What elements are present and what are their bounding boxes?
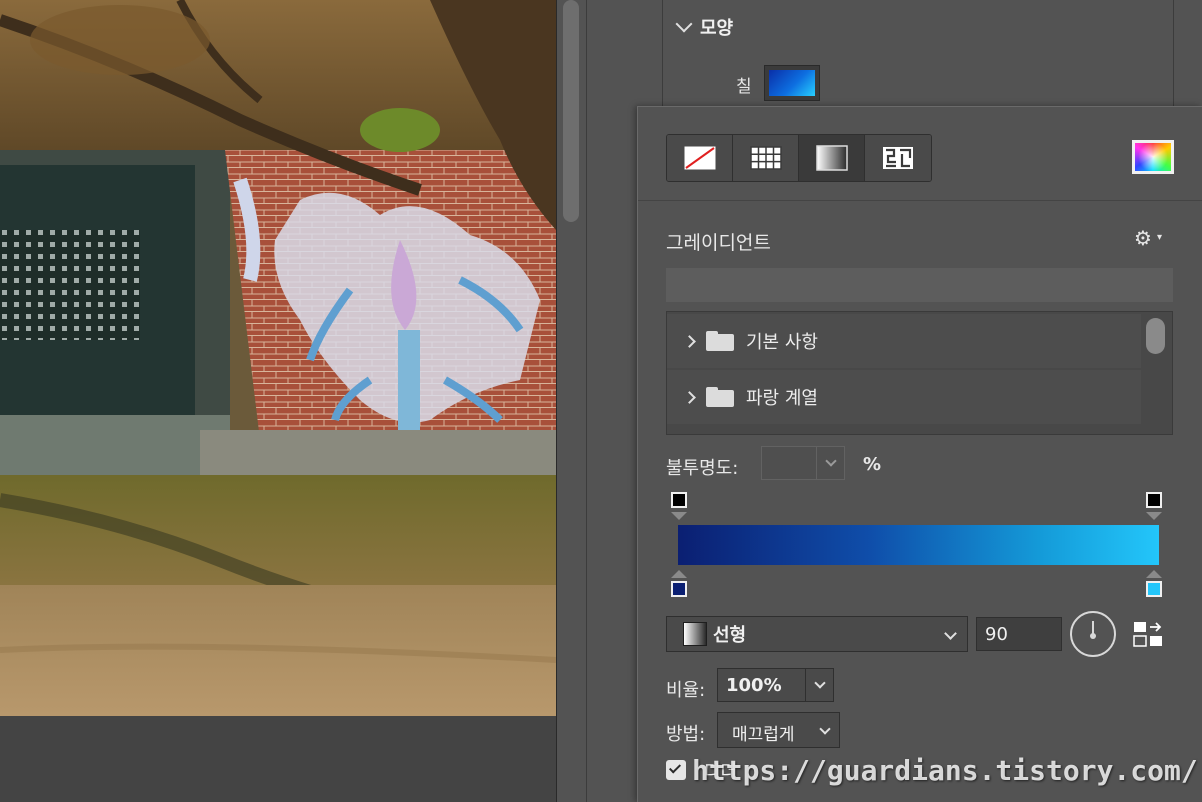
color-stop-right-pointer xyxy=(1146,570,1162,578)
document-image xyxy=(0,0,556,716)
color-stop-right[interactable] xyxy=(1146,581,1162,597)
caret-down-icon: ▾ xyxy=(1157,232,1163,243)
preset-folder-label: 파랑 계열 xyxy=(746,388,818,409)
opacity-label: 불투명도: xyxy=(666,458,739,479)
chevron-down-icon xyxy=(819,723,831,735)
gradient-icon xyxy=(815,145,848,171)
chevron-down-icon xyxy=(944,627,957,640)
gear-icon[interactable]: ⚙ xyxy=(1134,226,1152,250)
preset-folder-blues[interactable]: 파랑 계열 xyxy=(667,370,1141,424)
angle-center-dot xyxy=(1090,633,1096,639)
opacity-stop-left[interactable] xyxy=(671,492,687,508)
gradient-preset-list: 기본 사항 파랑 계열 xyxy=(666,311,1173,435)
canvas-area[interactable] xyxy=(0,0,556,802)
opacity-field[interactable] xyxy=(761,446,845,480)
gradient-style-select[interactable]: 선형 xyxy=(666,616,968,652)
folder-icon xyxy=(706,387,734,407)
opacity-dropdown-button[interactable] xyxy=(816,447,844,479)
gradient-title: 그레이디언트 xyxy=(666,232,771,254)
color-stop-left-pointer xyxy=(671,570,687,578)
angle-input[interactable]: 90 xyxy=(976,617,1062,651)
scale-label: 비율: xyxy=(666,680,706,701)
opacity-unit: % xyxy=(863,454,882,475)
chevron-down-icon xyxy=(675,15,693,33)
canvas-pasteboard xyxy=(0,716,556,802)
chevron-right-icon xyxy=(683,390,696,404)
canvas-scrollbar-thumb[interactable] xyxy=(563,0,579,222)
linear-gradient-icon xyxy=(683,622,707,646)
gradient-editor-bar[interactable] xyxy=(678,525,1159,565)
fill-type-solid-button[interactable] xyxy=(733,135,799,181)
scale-value: 100% xyxy=(726,675,782,696)
fill-type-pattern-button[interactable] xyxy=(865,135,931,181)
opacity-stop-right[interactable] xyxy=(1146,492,1162,508)
fill-type-selector xyxy=(666,134,932,182)
method-value: 매끄럽게 xyxy=(732,725,795,745)
shape-section-header[interactable]: 모양 xyxy=(675,14,734,40)
folder-icon xyxy=(706,331,734,351)
scale-field[interactable]: 100% xyxy=(717,668,834,702)
dither-checkbox[interactable] xyxy=(666,760,686,780)
chevron-down-icon xyxy=(824,455,837,467)
no-fill-icon xyxy=(684,146,715,170)
fill-type-none-button[interactable] xyxy=(667,135,733,181)
color-picker-button[interactable] xyxy=(1132,140,1174,174)
preset-folder-basics[interactable]: 기본 사항 xyxy=(667,314,1141,368)
shape-section-title: 모양 xyxy=(700,18,734,39)
fill-type-gradient-button[interactable] xyxy=(799,135,865,181)
preset-folder-label: 기본 사항 xyxy=(746,332,818,353)
angle-dial[interactable] xyxy=(1070,611,1116,657)
method-select[interactable]: 매끄럽게 xyxy=(717,712,840,748)
preset-list-scrollbar-thumb[interactable] xyxy=(1146,318,1165,354)
pattern-icon xyxy=(883,147,913,169)
chevron-down-icon xyxy=(813,677,826,689)
chevron-right-icon xyxy=(683,334,696,348)
watermark: https://guardians.tistory.com/ xyxy=(692,754,1198,787)
opacity-stop-left-pointer xyxy=(671,512,687,520)
color-spectrum-icon xyxy=(1135,143,1171,171)
fill-swatch-button[interactable] xyxy=(764,65,820,101)
checkmark-icon xyxy=(668,761,682,774)
scale-dropdown-button[interactable] xyxy=(805,669,833,701)
gradient-preset-preview xyxy=(666,268,1173,302)
fill-label: 칠 xyxy=(736,77,752,97)
method-label: 방법: xyxy=(666,724,706,745)
opacity-stop-right-pointer xyxy=(1146,512,1162,520)
photo-illustration xyxy=(0,0,556,716)
fill-swatch-preview xyxy=(769,70,815,96)
swatch-grid-icon xyxy=(749,146,782,170)
color-stop-left[interactable] xyxy=(671,581,687,597)
reverse-gradient-icon[interactable] xyxy=(1132,620,1164,648)
gradient-style-label: 선형 xyxy=(713,625,747,646)
